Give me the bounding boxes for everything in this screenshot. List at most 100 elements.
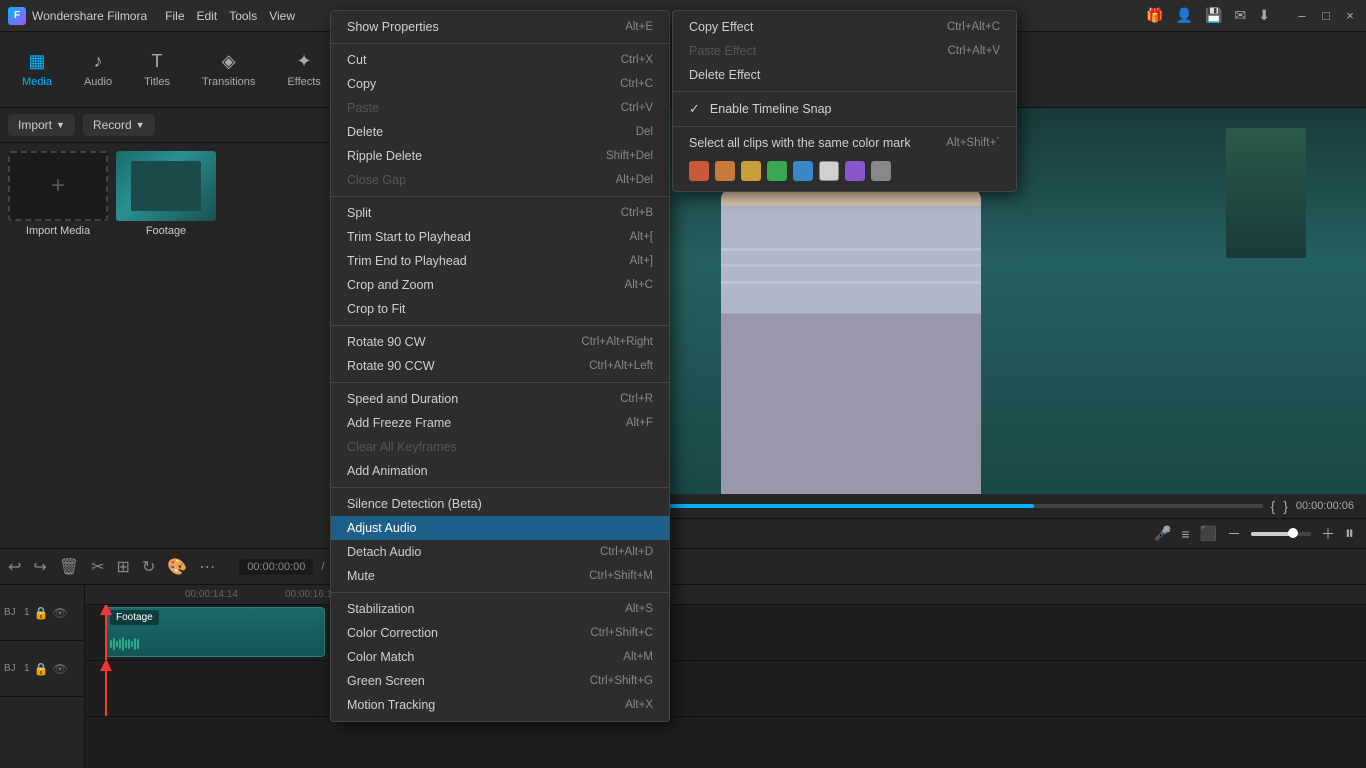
- bracket-close-btn[interactable]: }: [1283, 498, 1288, 514]
- color-swatch-teal[interactable]: [793, 161, 813, 181]
- tab-titles[interactable]: T Titles: [130, 45, 184, 94]
- minimize-button[interactable]: –: [1294, 8, 1310, 24]
- import-media-item[interactable]: + Import Media: [8, 151, 108, 237]
- split-label: Split: [347, 206, 371, 220]
- menu-adjust-audio[interactable]: Adjust Audio: [331, 516, 669, 540]
- menu-copy[interactable]: Copy Ctrl+C: [331, 72, 669, 96]
- preview-list-btn[interactable]: ≡: [1181, 526, 1189, 542]
- waveform-bar: [134, 638, 136, 650]
- download-icon[interactable]: ⬇: [1258, 7, 1270, 24]
- menu-green-screen[interactable]: Green Screen Ctrl+Shift+G: [331, 669, 669, 693]
- menu-ripple-delete[interactable]: Ripple Delete Shift+Del: [331, 144, 669, 168]
- playhead-2: [105, 661, 107, 716]
- menu-trim-end[interactable]: Trim End to Playhead Alt+]: [331, 249, 669, 273]
- tl-delete-btn[interactable]: 🗑: [59, 557, 79, 577]
- menu-delete[interactable]: Delete Del: [331, 120, 669, 144]
- menu-rotate-ccw[interactable]: Rotate 90 CCW Ctrl+Alt+Left: [331, 354, 669, 378]
- menu-rotate-cw[interactable]: Rotate 90 CW Ctrl+Alt+Right: [331, 330, 669, 354]
- footage-thumbnail: [116, 151, 216, 221]
- tl-undo-btn[interactable]: ↩: [8, 557, 21, 577]
- menu-detach-audio[interactable]: Detach Audio Ctrl+Alt+D: [331, 540, 669, 564]
- tab-audio[interactable]: ♪ Audio: [70, 45, 126, 94]
- submenu-enable-snap[interactable]: ✓ Enable Timeline Snap: [673, 96, 1016, 122]
- menu-close-gap: Close Gap Alt+Del: [331, 168, 669, 192]
- menu-view[interactable]: View: [269, 9, 295, 23]
- menu-split[interactable]: Split Ctrl+B: [331, 201, 669, 225]
- close-button[interactable]: ×: [1342, 8, 1358, 24]
- menu-mute[interactable]: Mute Ctrl+Shift+M: [331, 564, 669, 588]
- menu-add-animation[interactable]: Add Animation: [331, 459, 669, 483]
- preview-minus-btn[interactable]: －: [1227, 524, 1241, 544]
- preview-vol-slider[interactable]: [1251, 532, 1311, 536]
- color-swatch-yellow[interactable]: [741, 161, 761, 181]
- menu-file[interactable]: File: [165, 9, 184, 23]
- track-eye-icon-2[interactable]: 👁: [53, 662, 68, 676]
- tl-split-btn[interactable]: ✂: [91, 557, 104, 577]
- bracket-open-btn[interactable]: {: [1271, 498, 1276, 514]
- menu-stabilization[interactable]: Stabilization Alt+S: [331, 597, 669, 621]
- tl-redo-btn[interactable]: ↪: [33, 557, 46, 577]
- menu-speed-duration[interactable]: Speed and Duration Ctrl+R: [331, 387, 669, 411]
- preview-insert-btn[interactable]: ⬛: [1200, 525, 1217, 542]
- import-media-label: Import Media: [26, 225, 90, 237]
- gift-icon[interactable]: 🎁: [1146, 7, 1163, 24]
- copy-shortcut: Ctrl+C: [620, 78, 653, 90]
- menu-color-correction[interactable]: Color Correction Ctrl+Shift+C: [331, 621, 669, 645]
- maximize-button[interactable]: □: [1318, 8, 1334, 24]
- copy-effect-label: Copy Effect: [689, 20, 753, 34]
- submenu-copy-effect[interactable]: Copy Effect Ctrl+Alt+C: [673, 15, 1016, 39]
- tab-transitions[interactable]: ◈ Transitions: [188, 45, 269, 94]
- timeline-tracks-content: Footage: [85, 605, 1366, 768]
- color-swatch-purple[interactable]: [845, 161, 865, 181]
- tl-more-btn[interactable]: ⋯: [199, 557, 215, 577]
- user-icon[interactable]: 👤: [1176, 7, 1193, 24]
- save-icon[interactable]: 💾: [1205, 7, 1222, 24]
- preview-pause-btn[interactable]: ⏸: [1345, 523, 1354, 544]
- tl-rotate-btn[interactable]: ↻: [142, 557, 155, 577]
- mail-icon[interactable]: ✉: [1235, 7, 1247, 24]
- submenu-delete-effect[interactable]: Delete Effect: [673, 63, 1016, 87]
- track-lock-icon-2[interactable]: 🔒: [34, 662, 49, 676]
- color-swatch-red[interactable]: [689, 161, 709, 181]
- color-match-label: Color Match: [347, 650, 414, 664]
- tab-audio-label: Audio: [84, 76, 112, 88]
- menu-crop-fit[interactable]: Crop to Fit: [331, 297, 669, 321]
- menu-edit[interactable]: Edit: [197, 9, 218, 23]
- menu-color-match[interactable]: Color Match Alt+M: [331, 645, 669, 669]
- timeline: ↩ ↪ 🗑 ✂ ⊞ ↻ 🎨 ⋯ 00:00:00:00 / 00:00:02:0…: [0, 548, 1366, 768]
- import-button[interactable]: Import ▼: [8, 114, 75, 136]
- submenu-select-color[interactable]: Select all clips with the same color mar…: [673, 131, 1016, 155]
- tl-color-btn[interactable]: 🎨: [167, 557, 187, 577]
- color-swatch-orange[interactable]: [715, 161, 735, 181]
- menu-cut[interactable]: Cut Ctrl+X: [331, 48, 669, 72]
- track-num-label-2: 1: [24, 663, 30, 674]
- tab-effects[interactable]: ✦ Effects: [273, 45, 334, 94]
- tab-media[interactable]: ▦ Media: [8, 45, 66, 94]
- tab-titles-label: Titles: [144, 76, 170, 88]
- menu-tools[interactable]: Tools: [229, 9, 257, 23]
- track-lock-icon[interactable]: 🔒: [34, 606, 49, 620]
- menu-freeze-frame[interactable]: Add Freeze Frame Alt+F: [331, 411, 669, 435]
- close-gap-label: Close Gap: [347, 173, 406, 187]
- rotate-ccw-shortcut: Ctrl+Alt+Left: [589, 360, 653, 372]
- record-button[interactable]: Record ▼: [83, 114, 155, 136]
- menu-show-properties[interactable]: Show Properties Alt+E: [331, 15, 669, 39]
- track-eye-icon[interactable]: 👁: [53, 606, 68, 620]
- color-swatch-white[interactable]: [819, 161, 839, 181]
- rotate-cw-shortcut: Ctrl+Alt+Right: [581, 336, 653, 348]
- menu-motion-tracking[interactable]: Motion Tracking Alt+X: [331, 693, 669, 717]
- footage-item[interactable]: Footage: [116, 151, 216, 237]
- stabilization-shortcut: Alt+S: [625, 603, 653, 615]
- color-swatch-green[interactable]: [767, 161, 787, 181]
- preview-mic-btn[interactable]: 🎤: [1154, 525, 1171, 542]
- context-menu: Show Properties Alt+E Cut Ctrl+X Copy Ct…: [330, 10, 670, 722]
- timeline-tracks-header: BJ 1 🔒 👁 BJ 1 🔒 👁: [0, 585, 85, 768]
- video-clip[interactable]: Footage: [105, 607, 325, 657]
- tl-crop-btn[interactable]: ⊞: [117, 557, 130, 577]
- menu-silence-detection[interactable]: Silence Detection (Beta): [331, 492, 669, 516]
- color-swatch-gray[interactable]: [871, 161, 891, 181]
- menu-crop-zoom[interactable]: Crop and Zoom Alt+C: [331, 273, 669, 297]
- person-body: [721, 166, 981, 494]
- menu-trim-start[interactable]: Trim Start to Playhead Alt+[: [331, 225, 669, 249]
- preview-plus-btn[interactable]: ＋: [1321, 524, 1335, 544]
